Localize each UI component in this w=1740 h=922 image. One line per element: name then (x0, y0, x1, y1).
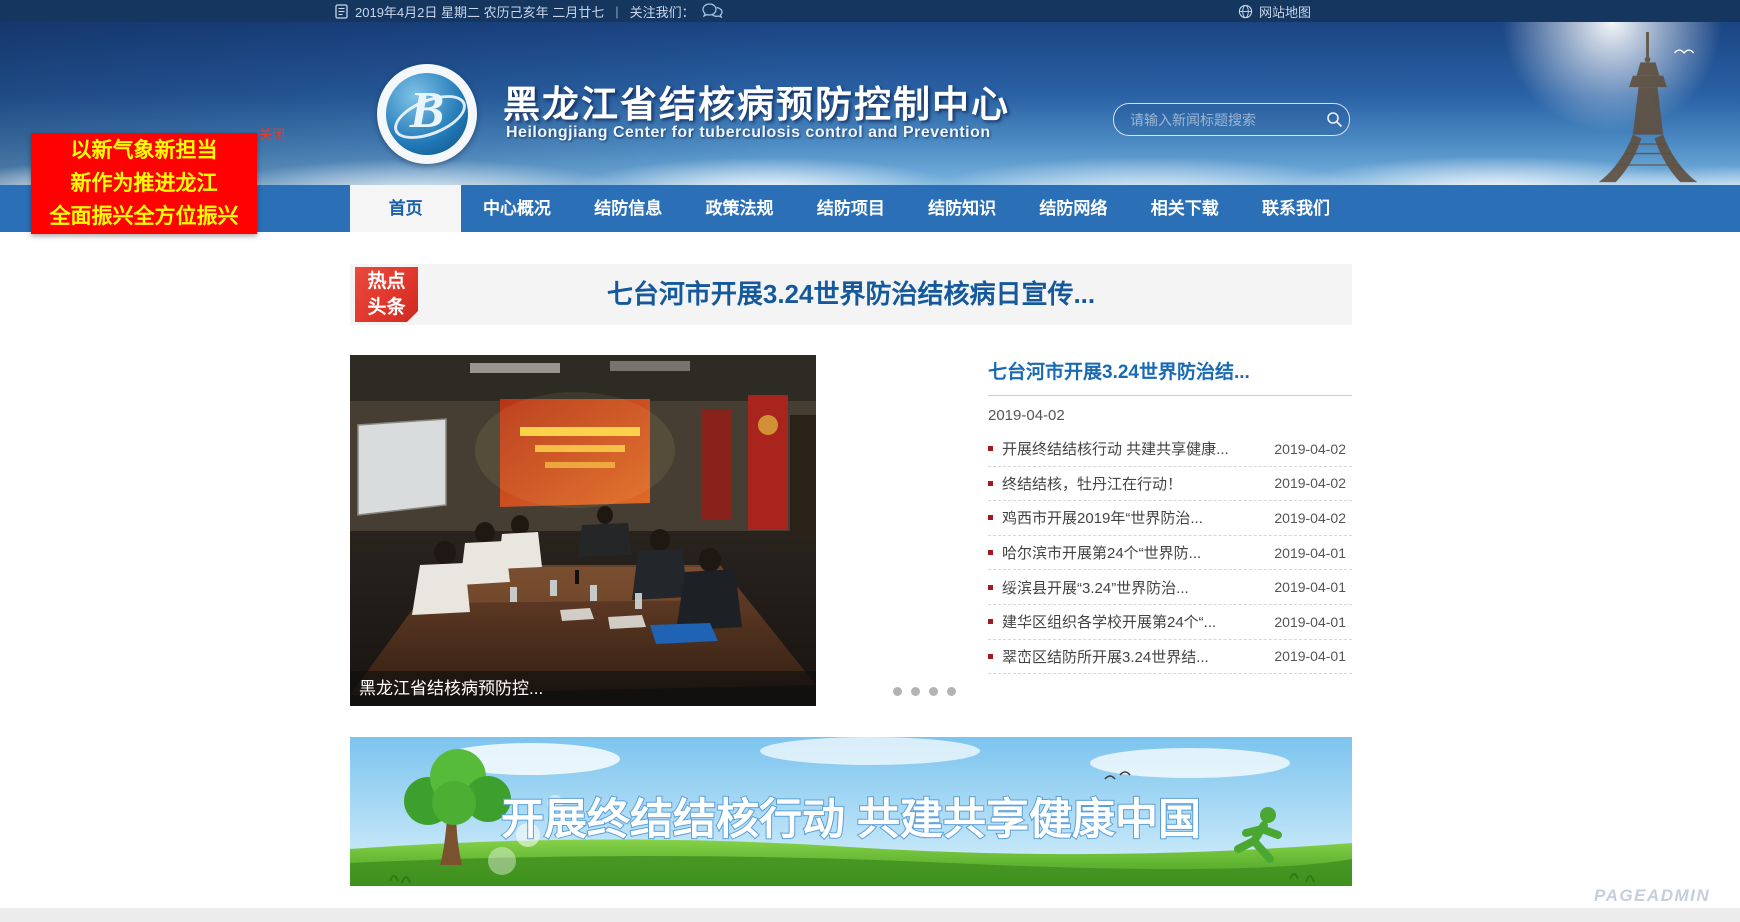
nav-item-projects[interactable]: 结防项目 (795, 185, 906, 232)
site-header: B 黑龙江省结核病预防控制中心 Heilongjiang Center for … (0, 22, 1740, 185)
bullet-icon (988, 619, 993, 624)
hot-badge-line2: 头条 (355, 295, 418, 321)
news-item-title[interactable]: 建华区组织各学校开展第24个“... (1002, 611, 1274, 632)
nav-item-downloads[interactable]: 相关下载 (1129, 185, 1240, 232)
nav-label: 结防信息 (594, 199, 662, 218)
chat-icon[interactable] (702, 3, 723, 19)
news-panel: 七台河市开展3.24世界防治结... 2019-04-02 开展终结结核行动 共… (988, 360, 1352, 674)
sitemap-label: 网站地图 (1259, 2, 1311, 21)
carousel-caption: 黑龙江省结核病预防控... (350, 671, 816, 706)
nav-item-knowledge[interactable]: 结防知识 (906, 185, 1017, 232)
bullet-icon (988, 654, 993, 659)
news-item-date: 2019-04-01 (1274, 614, 1352, 630)
carousel-dots (893, 687, 956, 696)
bullet-icon (988, 481, 993, 486)
news-featured-date: 2019-04-02 (988, 407, 1352, 424)
logo-letter: B (386, 81, 468, 140)
news-item[interactable]: 终结结核，牡丹江在行动！ 2019-04-02 (988, 467, 1352, 502)
banner-slogan: 开展终结结核行动 共建共享健康中国 (501, 796, 1201, 844)
news-item-date: 2019-04-02 (1274, 510, 1352, 526)
topbar: 2019年4月2日 星期二 农历己亥年 二月廿七 | 关注我们： 网站地图 (0, 0, 1740, 22)
bullet-icon (988, 585, 993, 590)
news-item[interactable]: 哈尔滨市开展第24个“世界防... 2019-04-01 (988, 536, 1352, 571)
search-button[interactable] (1319, 104, 1349, 135)
news-item-date: 2019-04-01 (1274, 648, 1352, 664)
pageadmin-watermark: PAGEADMIN (1594, 886, 1710, 906)
news-item[interactable]: 开展终结结核行动 共建共享健康... 2019-04-02 (988, 432, 1352, 467)
sitemap-link[interactable]: 网站地图 (1238, 0, 1311, 22)
news-item[interactable]: 翠峦区结防所开展3.24世界结... 2019-04-01 (988, 640, 1352, 675)
hot-headline-bar: 七台河市开展3.24世界防治结核病日宣传... 热点 头条 (350, 264, 1352, 325)
logo-emblem: B (386, 73, 468, 155)
carousel-dot[interactable] (929, 687, 938, 696)
promo-banner-graphic: 开展终结结核行动 共建共享健康中国 (350, 737, 1352, 886)
hot-headline-link[interactable]: 七台河市开展3.24世界防治结核病日宣传... (350, 264, 1352, 325)
meeting-photo-graphic (350, 355, 816, 706)
nav-item-about[interactable]: 中心概况 (461, 185, 572, 232)
site-subtitle: Heilongjiang Center for tuberculosis con… (506, 124, 991, 142)
news-item[interactable]: 鸡西市开展2019年“世界防治... 2019-04-02 (988, 501, 1352, 536)
globe-icon (1238, 4, 1253, 19)
news-item-date: 2019-04-01 (1274, 579, 1352, 595)
divider (988, 395, 1352, 396)
main-nav: 首页 中心概况 结防信息 政策法规 结防项目 结防知识 结防网络 相关下载 联系… (0, 185, 1740, 232)
news-featured-title[interactable]: 七台河市开展3.24世界防治结... (988, 360, 1352, 386)
search-box (1113, 103, 1350, 136)
search-input[interactable] (1114, 112, 1319, 128)
news-list: 开展终结结核行动 共建共享健康... 2019-04-02 终结结核，牡丹江在行… (988, 432, 1352, 674)
nav-item-network[interactable]: 结防网络 (1018, 185, 1129, 232)
search-icon (1326, 111, 1343, 128)
notice-close-button[interactable]: 关闭 (259, 124, 285, 143)
news-item-title[interactable]: 绥滨县开展“3.24”世界防治... (1002, 577, 1274, 598)
news-item-date: 2019-04-02 (1274, 475, 1352, 491)
nav-items: 首页 中心概况 结防信息 政策法规 结防项目 结防知识 结防网络 相关下载 联系… (350, 185, 1352, 232)
news-item-date: 2019-04-02 (1274, 441, 1352, 457)
follow-us-label: 关注我们： (630, 2, 695, 21)
carousel-dot[interactable] (911, 687, 920, 696)
news-item[interactable]: 建华区组织各学校开展第24个“... 2019-04-01 (988, 605, 1352, 640)
hot-badge: 热点 头条 (355, 267, 418, 322)
news-item-title[interactable]: 翠峦区结防所开展3.24世界结... (1002, 646, 1274, 667)
bullet-icon (988, 515, 993, 520)
site-title: 黑龙江省结核病预防控制中心 (503, 74, 1010, 128)
news-item-title[interactable]: 终结结核，牡丹江在行动！ (1002, 473, 1274, 494)
hot-badge-line1: 热点 (355, 269, 418, 295)
news-item-title[interactable]: 鸡西市开展2019年“世界防治... (1002, 507, 1274, 528)
nav-item-home[interactable]: 首页 (350, 185, 461, 232)
nav-item-contact[interactable]: 联系我们 (1240, 185, 1351, 232)
nav-label: 结防网络 (1039, 199, 1107, 218)
notice-line: 以新气象新担当 (31, 134, 257, 167)
topbar-separator: | (615, 4, 618, 19)
news-item-title[interactable]: 哈尔滨市开展第24个“世界防... (1002, 542, 1274, 563)
carousel-dot[interactable] (947, 687, 956, 696)
topbar-left: 2019年4月2日 星期二 农历己亥年 二月廿七 | 关注我们： (335, 0, 723, 22)
nav-label: 相关下载 (1151, 199, 1219, 218)
site-logo[interactable]: B (377, 64, 477, 164)
nav-label: 结防项目 (817, 199, 885, 218)
notice-banner: 以新气象新担当 新作为推进龙江 全面振兴全方位振兴 (31, 133, 257, 234)
nav-item-tb-info[interactable]: 结防信息 (573, 185, 684, 232)
carousel-dot[interactable] (893, 687, 902, 696)
nav-label: 中心概况 (483, 199, 551, 218)
nav-label: 政策法规 (706, 199, 774, 218)
promo-banner[interactable]: 开展终结结核行动 共建共享健康中国 (350, 737, 1352, 886)
news-item-title[interactable]: 开展终结结核行动 共建共享健康... (1002, 438, 1274, 459)
bird-icon (1675, 50, 1694, 53)
nav-label: 联系我们 (1262, 199, 1330, 218)
nav-label: 结防知识 (928, 199, 996, 218)
news-item[interactable]: 绥滨县开展“3.24”世界防治... 2019-04-01 (988, 570, 1352, 605)
footer-strip (0, 908, 1740, 922)
news-item-date: 2019-04-01 (1274, 545, 1352, 561)
tv-tower-graphic (1588, 32, 1708, 184)
bullet-icon (988, 446, 993, 451)
bullet-icon (988, 550, 993, 555)
nav-label: 首页 (389, 199, 423, 218)
date-text: 2019年4月2日 星期二 农历己亥年 二月廿七 (355, 2, 604, 21)
notice-line: 全面振兴全方位振兴 (31, 200, 257, 233)
nav-item-policy[interactable]: 政策法规 (684, 185, 795, 232)
doc-icon (335, 4, 348, 19)
carousel-photo[interactable]: 黑龙江省结核病预防控... (350, 355, 816, 706)
notice-line: 新作为推进龙江 (31, 167, 257, 200)
